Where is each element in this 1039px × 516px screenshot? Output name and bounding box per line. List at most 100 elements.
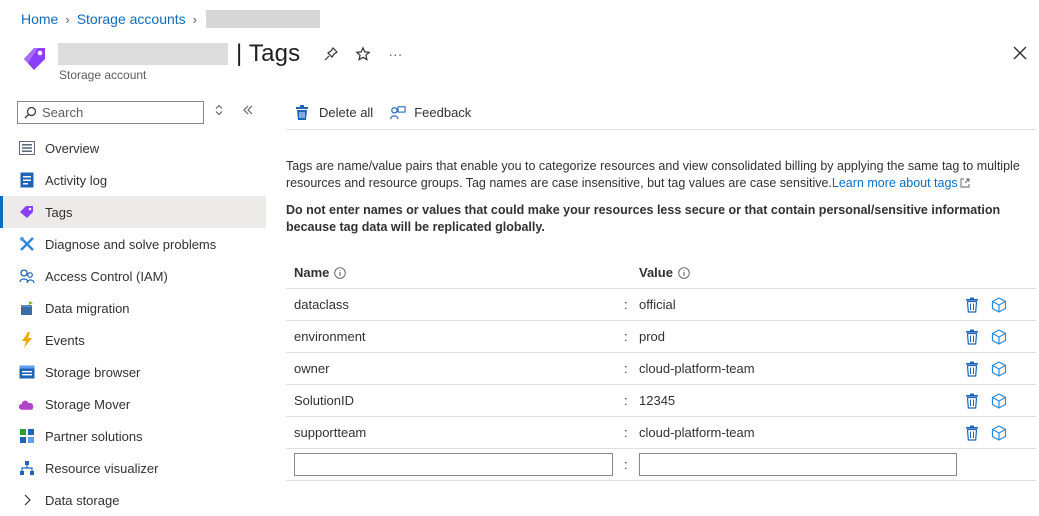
learn-more-label: Learn more about tags bbox=[831, 176, 958, 190]
sidebar-item-tags[interactable]: Tags bbox=[0, 196, 266, 228]
cube-icon[interactable] bbox=[991, 360, 1007, 377]
storage-browser-icon bbox=[18, 364, 35, 381]
people-icon bbox=[18, 268, 35, 285]
delete-tag-icon[interactable] bbox=[965, 425, 981, 441]
tag-icon bbox=[18, 204, 35, 221]
table-header: Name Value bbox=[286, 257, 1036, 289]
sidebar-search[interactable] bbox=[17, 101, 204, 124]
activity-log-icon bbox=[18, 172, 35, 189]
cube-icon[interactable] bbox=[991, 296, 1007, 313]
sidebar-item-label: Partner solutions bbox=[45, 428, 143, 444]
new-tag-row: : bbox=[286, 449, 1036, 481]
tag-value[interactable]: official bbox=[639, 297, 676, 312]
delete-all-button[interactable]: Delete all bbox=[295, 104, 374, 121]
pin-icon[interactable] bbox=[322, 45, 340, 63]
breadcrumb: Home › Storage accounts › bbox=[21, 10, 321, 28]
new-tag-value-input[interactable] bbox=[639, 453, 957, 476]
sidebar-item-label: Diagnose and solve problems bbox=[45, 236, 217, 252]
page-title-row: | Tags ··· bbox=[58, 38, 404, 70]
tag-name[interactable]: owner bbox=[294, 361, 329, 376]
cube-icon[interactable] bbox=[991, 392, 1007, 409]
sidebar-item-label: Data migration bbox=[45, 300, 130, 316]
delete-tag-icon[interactable] bbox=[965, 297, 981, 313]
info-icon[interactable] bbox=[334, 266, 347, 279]
sidebar-item-label: Activity log bbox=[45, 172, 108, 188]
feedback-label: Feedback bbox=[414, 105, 472, 120]
table-row: dataclass : official bbox=[286, 289, 1036, 321]
value-header-label: Value bbox=[639, 265, 673, 280]
delete-tag-icon[interactable] bbox=[965, 393, 981, 409]
sidebar-group-data-storage[interactable]: Data storage bbox=[0, 484, 266, 516]
learn-more-link[interactable]: Learn more about tags bbox=[832, 176, 970, 190]
description-text: Tags are name/value pairs that enable yo… bbox=[286, 158, 1036, 192]
cube-icon[interactable] bbox=[991, 424, 1007, 441]
tag-name[interactable]: environment bbox=[294, 329, 366, 344]
name-value-separator: : bbox=[624, 393, 628, 408]
sidebar-item-overview[interactable]: Overview bbox=[0, 132, 266, 164]
chevron-right-icon: › bbox=[65, 11, 70, 27]
name-header-label: Name bbox=[294, 265, 330, 280]
sidebar-item-activity-log[interactable]: Activity log bbox=[0, 164, 266, 196]
feedback-button[interactable]: Feedback bbox=[390, 105, 471, 121]
table-row: supportteam : cloud-platform-team bbox=[286, 417, 1036, 449]
sidebar-item-events[interactable]: Events bbox=[0, 324, 266, 356]
warning-text: Do not enter names or values that could … bbox=[286, 203, 1001, 234]
sidebar-item-data-migration[interactable]: Data migration bbox=[0, 292, 266, 324]
name-value-separator: : bbox=[624, 425, 628, 440]
name-column-header: Name bbox=[294, 265, 347, 280]
new-tag-name-input[interactable] bbox=[294, 453, 613, 476]
sidebar-item-label: Resource visualizer bbox=[45, 460, 159, 476]
value-column-header: Value bbox=[639, 265, 690, 280]
delete-all-label: Delete all bbox=[319, 105, 374, 120]
sidebar-item-label: Storage Mover bbox=[45, 396, 131, 412]
tag-name[interactable]: SolutionID bbox=[294, 393, 354, 408]
sidebar-item-label: Overview bbox=[45, 140, 100, 156]
tag-value[interactable]: prod bbox=[639, 329, 665, 344]
data-migration-icon bbox=[18, 300, 35, 317]
cube-icon[interactable] bbox=[991, 328, 1007, 345]
sidebar-item-storage-mover[interactable]: Storage Mover bbox=[0, 388, 266, 420]
overview-icon bbox=[18, 140, 35, 157]
delete-tag-icon[interactable] bbox=[965, 329, 981, 345]
sidebar-item-diagnose[interactable]: Diagnose and solve problems bbox=[0, 228, 266, 260]
close-icon[interactable] bbox=[1011, 44, 1029, 62]
command-bar: Delete all Feedback bbox=[286, 96, 1036, 130]
search-input[interactable] bbox=[42, 105, 192, 120]
collapse-sidebar-icon[interactable] bbox=[242, 104, 254, 119]
chevron-right-icon bbox=[18, 492, 35, 509]
sidebar-item-partner-solutions[interactable]: Partner solutions bbox=[0, 420, 266, 452]
tag-value[interactable]: cloud-platform-team bbox=[639, 361, 755, 376]
resource-name-redacted bbox=[58, 43, 228, 65]
name-value-separator: : bbox=[624, 297, 628, 312]
name-value-separator: : bbox=[624, 457, 628, 472]
sidebar-item-storage-browser[interactable]: Storage browser bbox=[0, 356, 266, 388]
more-options-icon[interactable]: ··· bbox=[386, 45, 404, 63]
diagnose-icon bbox=[18, 236, 35, 253]
info-icon[interactable] bbox=[678, 266, 690, 279]
tags-table: Name Value dataclass : official environm… bbox=[286, 257, 1036, 481]
sidebar-item-label: Data storage bbox=[45, 492, 120, 508]
page-title: | Tags bbox=[236, 40, 301, 67]
tag-name[interactable]: supportteam bbox=[294, 425, 366, 440]
tag-value[interactable]: cloud-platform-team bbox=[639, 425, 755, 440]
sort-icon[interactable] bbox=[214, 104, 224, 119]
tag-value[interactable]: 12345 bbox=[639, 393, 675, 408]
delete-tag-icon[interactable] bbox=[965, 361, 981, 377]
name-value-separator: : bbox=[624, 329, 628, 344]
sidebar-item-resource-visualizer[interactable]: Resource visualizer bbox=[0, 452, 266, 484]
tag-icon bbox=[20, 44, 50, 74]
tag-name[interactable]: dataclass bbox=[294, 297, 349, 312]
breadcrumb-storage-accounts[interactable]: Storage accounts bbox=[77, 11, 186, 27]
sidebar-item-access-control[interactable]: Access Control (IAM) bbox=[0, 260, 266, 292]
sidebar-nav: Overview Activity log Tags Diagnose and … bbox=[0, 132, 266, 516]
sidebar-item-label: Storage browser bbox=[45, 364, 141, 380]
lightning-icon bbox=[18, 332, 35, 349]
table-row: SolutionID : 12345 bbox=[286, 385, 1036, 417]
breadcrumb-home[interactable]: Home bbox=[21, 11, 58, 27]
table-row: environment : prod bbox=[286, 321, 1036, 353]
tags-description: Tags are name/value pairs that enable yo… bbox=[286, 158, 1036, 236]
cloud-icon bbox=[18, 396, 35, 413]
star-icon[interactable] bbox=[354, 45, 372, 63]
breadcrumb-redacted-resource[interactable] bbox=[206, 10, 321, 28]
external-link-icon bbox=[960, 176, 970, 188]
